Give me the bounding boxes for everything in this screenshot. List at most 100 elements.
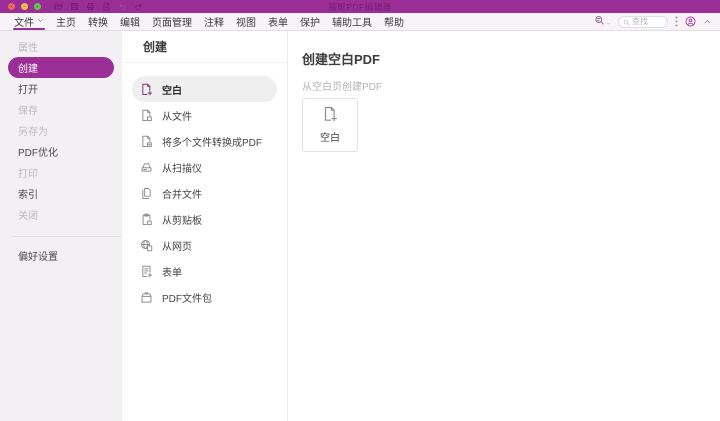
minimize-window-button[interactable]	[21, 3, 28, 10]
menu-item-label: 保护	[300, 18, 320, 29]
content-panel: 创建空白PDF 从空白页创建PDF 空白	[288, 31, 720, 421]
sidebar-item[interactable]: 保存	[8, 99, 114, 120]
create-options-list: 空白从文件将多个文件转换成PDF 从扫描仪合并文件从剪贴板从网页表单 PDF文件包	[122, 63, 287, 310]
create-option[interactable]: PDF文件包	[132, 284, 277, 310]
sidebar-footer: 偏好设置	[0, 245, 122, 266]
menu-item-label: 转换	[88, 18, 108, 29]
sidebar-item-label: 保存	[18, 106, 38, 117]
multi-file-convert-icon	[140, 135, 153, 148]
create-panel-title: 创建	[122, 31, 287, 63]
menu-item-label: 主页	[56, 18, 76, 29]
sidebar-item[interactable]: 打印	[8, 162, 114, 183]
create-option-label: 从网页	[162, 241, 192, 253]
new-document-icon[interactable]	[102, 2, 111, 11]
web-page-icon	[140, 239, 153, 252]
chevron-down-icon	[606, 13, 611, 31]
sidebar-item[interactable]: 另存为	[8, 120, 114, 141]
sidebar-item-label: 打印	[18, 169, 38, 180]
sidebar-item[interactable]: PDF优化	[8, 141, 114, 162]
titlebar: 福昕PDF编辑器	[0, 0, 720, 13]
sidebar-items: 属性创建打开保存另存为 PDF优化打印索引关闭	[0, 36, 122, 225]
menu-item[interactable]: 编辑	[114, 13, 146, 30]
sidebar-item-label: PDF优化	[18, 148, 58, 159]
create-panel: 创建 空白从文件将多个文件转换成PDF 从扫描仪合并文件从剪贴板从网页表单 PDF文…	[122, 31, 288, 421]
create-option-label: 从扫描仪	[162, 163, 202, 175]
create-option-label: 空白	[162, 85, 182, 97]
menu-item[interactable]: 转换	[82, 13, 114, 30]
blank-pdf-card-label: 空白	[320, 133, 340, 144]
menu-item[interactable]: 文件	[8, 13, 50, 30]
sidebar-item-label: 索引	[18, 190, 38, 201]
create-option[interactable]: 从扫描仪	[132, 154, 277, 180]
blank-doc-plus-icon	[140, 83, 153, 96]
print-icon[interactable]	[86, 2, 95, 11]
sidebar-item[interactable]: 打开	[8, 78, 114, 99]
menu-items: 文件 主页 转换 编辑 页面管理 注释 视图 表单 保护 辅助工具 帮助	[8, 13, 410, 30]
close-window-button[interactable]	[8, 3, 15, 10]
create-option-label: 从剪贴板	[162, 215, 202, 227]
create-option[interactable]: 从文件	[132, 102, 277, 128]
save-icon[interactable]	[70, 2, 79, 11]
sidebar-item-label: 属性	[18, 43, 38, 54]
menu-item-label: 注释	[204, 18, 224, 29]
account-icon	[685, 16, 696, 27]
sidebar-item[interactable]: 索引	[8, 183, 114, 204]
create-option[interactable]: 表单	[132, 258, 277, 284]
sidebar-item[interactable]: 属性	[8, 36, 114, 57]
blank-doc-plus-icon	[322, 106, 338, 122]
menu-item[interactable]: 帮助	[378, 13, 410, 30]
menu-item[interactable]: 视图	[230, 13, 262, 30]
sidebar-divider	[12, 236, 122, 237]
create-option-label: 合并文件	[162, 189, 202, 201]
create-option-label: 表单	[162, 267, 182, 279]
advanced-search-icon	[594, 13, 605, 31]
undo-icon[interactable]	[118, 2, 127, 11]
menu-item[interactable]: 页面管理	[146, 13, 198, 30]
sidebar-item-label: 偏好设置	[18, 252, 58, 263]
pdf-portfolio-icon	[140, 291, 153, 304]
menu-item[interactable]: 注释	[198, 13, 230, 30]
create-option-label: 从文件	[162, 111, 192, 123]
menu-item-label: 页面管理	[152, 18, 192, 29]
blank-pdf-card[interactable]: 空白	[302, 98, 358, 152]
zoom-window-button[interactable]	[34, 3, 41, 10]
create-option[interactable]: 从网页	[132, 232, 277, 258]
scanner-icon	[140, 161, 153, 174]
sidebar-item[interactable]: 关闭	[8, 204, 114, 225]
window-body: 属性 创建 打开 保存 另存为 PDF优化 打印 索引 关闭 偏好设置 创建 空白 从文件 将多个文…	[0, 31, 720, 421]
quick-access-toolbar	[54, 2, 143, 11]
find-search-box[interactable]	[618, 13, 668, 31]
menu-item-label: 表单	[268, 18, 288, 29]
collapse-ribbon-button[interactable]	[703, 17, 712, 26]
account-button[interactable]	[685, 16, 696, 27]
menu-item[interactable]: 表单	[262, 13, 294, 30]
content-title: 创建空白PDF	[302, 52, 381, 67]
search-icon	[623, 13, 630, 31]
find-input[interactable]	[632, 17, 663, 26]
create-option[interactable]: 将多个文件转换成PDF	[132, 128, 277, 154]
menu-item[interactable]: 主页	[50, 13, 82, 30]
sidebar-item[interactable]: 偏好设置	[8, 245, 114, 266]
chevron-down-icon	[37, 16, 44, 27]
menu-item[interactable]: 保护	[294, 13, 326, 30]
combine-files-icon	[140, 187, 153, 200]
menu-item-label: 编辑	[120, 18, 140, 29]
advanced-search-button[interactable]	[594, 13, 611, 31]
create-option[interactable]: 合并文件	[132, 180, 277, 206]
chevron-up-icon	[703, 17, 712, 26]
menubar-right	[594, 13, 712, 30]
menu-item[interactable]: 辅助工具	[326, 13, 378, 30]
open-folder-icon[interactable]	[54, 2, 63, 11]
sidebar-item-label: 创建	[18, 64, 38, 75]
create-option[interactable]: 空白	[132, 76, 277, 102]
sidebar-item[interactable]: 创建	[8, 57, 114, 78]
more-options-button[interactable]	[675, 16, 678, 27]
clipboard-icon	[140, 213, 153, 226]
content-subtitle: 从空白页创建PDF	[302, 82, 382, 93]
window-controls	[8, 3, 41, 10]
menu-item-label: 视图	[236, 18, 256, 29]
create-option[interactable]: 从剪贴板	[132, 206, 277, 232]
file-sidebar: 属性创建打开保存另存为 PDF优化打印索引关闭 偏好设置	[0, 31, 122, 421]
doc-from-file-icon	[140, 109, 153, 122]
redo-icon[interactable]	[134, 2, 143, 11]
